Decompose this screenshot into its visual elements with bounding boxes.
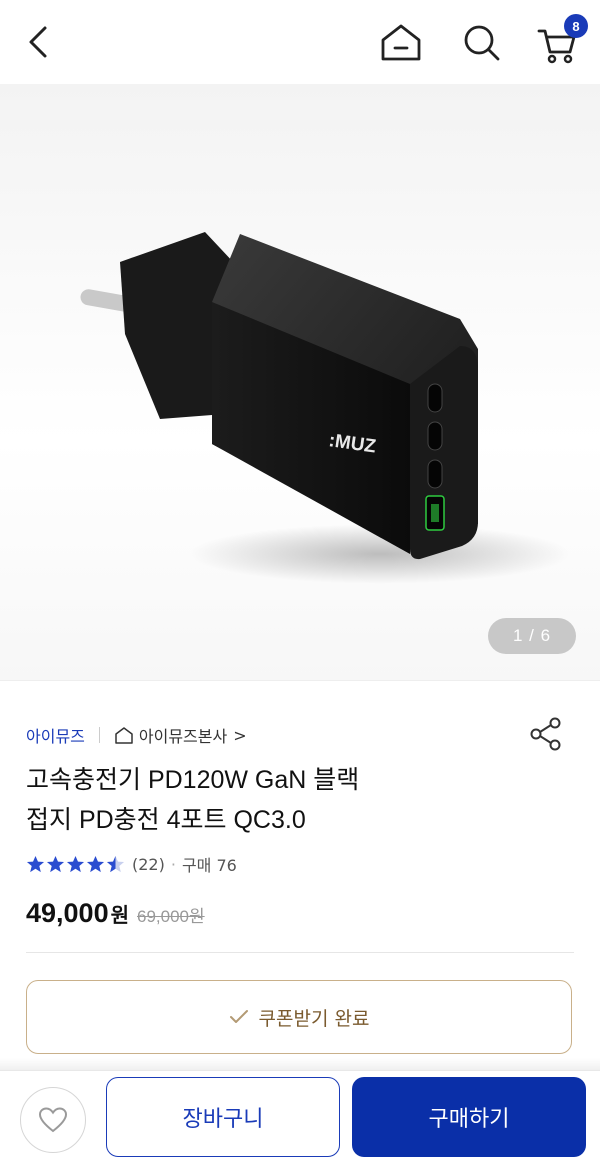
star-half-icon bbox=[106, 855, 125, 872]
brand-link[interactable]: 아이뮤즈 bbox=[26, 723, 85, 747]
home-button[interactable] bbox=[374, 18, 428, 66]
share-button[interactable] bbox=[526, 714, 566, 754]
price-row: 49,000 원 69,000원 bbox=[26, 898, 205, 938]
bottom-shadow bbox=[0, 1058, 600, 1070]
store-link[interactable]: 아이뮤즈본사 > bbox=[114, 723, 247, 747]
purchase-count: 구매 76 bbox=[181, 856, 237, 875]
heart-icon bbox=[38, 1107, 68, 1133]
cart-count-badge: 8 bbox=[564, 14, 588, 38]
chevron-left-icon bbox=[29, 26, 47, 58]
product-image: :MUZ bbox=[80, 232, 570, 584]
coupon-button[interactable]: 쿠폰받기 완료 bbox=[26, 980, 572, 1054]
separator: · bbox=[170, 854, 176, 874]
review-count: (22) bbox=[132, 854, 165, 874]
add-to-cart-button[interactable]: 장바구니 bbox=[106, 1077, 340, 1157]
divider bbox=[0, 680, 600, 681]
image-counter: 1 / 6 bbox=[488, 618, 576, 654]
original-price: 69,000원 bbox=[137, 907, 205, 926]
brand-row: 아이뮤즈 아이뮤즈본사 > bbox=[26, 720, 247, 750]
bottom-action-bar: 장바구니 구매하기 bbox=[0, 1070, 600, 1170]
separator bbox=[98, 727, 100, 743]
divider bbox=[26, 952, 574, 953]
chevron-right-icon: > bbox=[233, 725, 247, 745]
rating-stars bbox=[26, 855, 126, 874]
share-icon bbox=[530, 717, 561, 751]
check-icon bbox=[229, 1010, 248, 1023]
sale-price: 49,000 bbox=[26, 898, 109, 928]
star-icon bbox=[46, 855, 65, 872]
home-small-icon bbox=[115, 727, 133, 744]
search-button[interactable] bbox=[454, 18, 508, 66]
wishlist-button[interactable] bbox=[20, 1087, 86, 1153]
buy-now-button[interactable]: 구매하기 bbox=[352, 1077, 586, 1157]
search-icon bbox=[464, 25, 500, 61]
price-unit: 원 bbox=[110, 903, 129, 927]
product-title-line: 고속충전기 PD120W GaN 블랙 bbox=[26, 766, 360, 794]
star-icon bbox=[66, 855, 85, 872]
cart-button[interactable]: 8 bbox=[532, 14, 592, 68]
rating-row[interactable]: (22) · 구매 76 bbox=[26, 850, 237, 878]
back-button[interactable] bbox=[14, 18, 64, 66]
home-icon bbox=[381, 24, 421, 61]
product-title-line: 접지 PD충전 4포트 QC3.0 bbox=[26, 806, 306, 834]
store-name: 아이뮤즈본사 bbox=[138, 727, 228, 746]
star-icon bbox=[86, 855, 105, 872]
product-image-gallery[interactable]: :MUZ 1 / 6 bbox=[0, 84, 600, 680]
top-bar: 8 bbox=[0, 0, 600, 84]
coupon-label: 쿠폰받기 완료 bbox=[258, 1007, 370, 1030]
star-icon bbox=[26, 855, 45, 872]
product-title: 고속충전기 PD120W GaN 블랙 접지 PD충전 4포트 QC3.0 bbox=[26, 760, 546, 840]
